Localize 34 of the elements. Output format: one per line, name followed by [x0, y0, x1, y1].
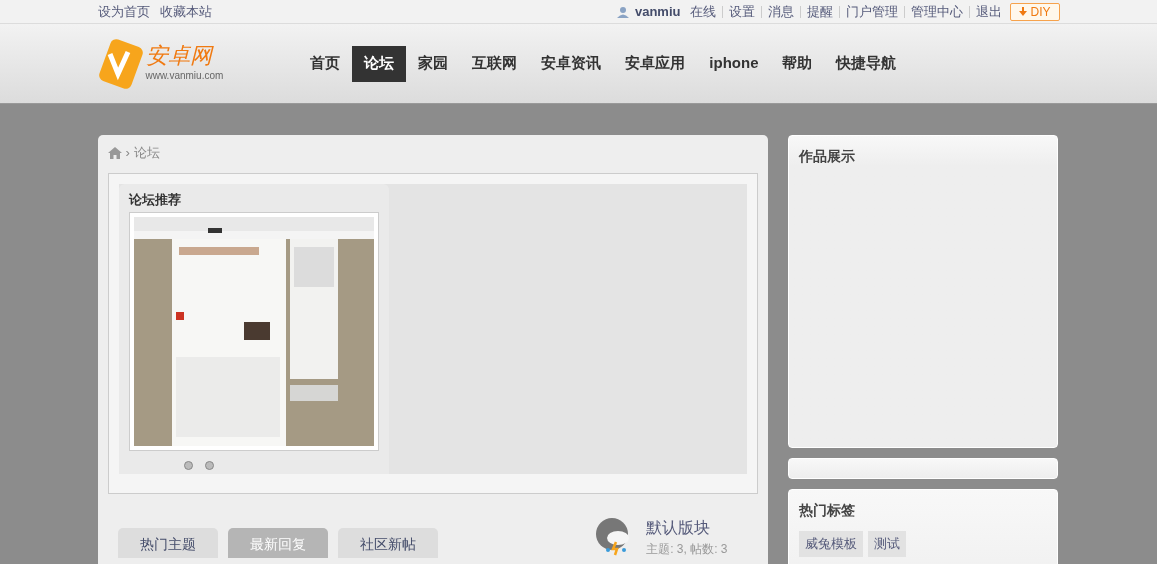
nav-item[interactable]: iphone	[697, 45, 771, 82]
logo-title: 安卓网	[145, 44, 215, 68]
top-link[interactable]: 退出	[976, 1, 1003, 22]
nav-item[interactable]: 安卓应用	[613, 45, 698, 82]
tag[interactable]: 威兔模板	[798, 531, 863, 557]
breadcrumb-separator: ›	[125, 144, 130, 163]
tag[interactable]: 测试	[867, 531, 906, 557]
top-link[interactable]: 门户管理	[846, 1, 899, 22]
user-icon	[616, 5, 629, 18]
top-link[interactable]: 在线	[690, 1, 717, 22]
tab[interactable]: 社区新帖	[337, 528, 438, 558]
download-icon	[1019, 7, 1028, 16]
top-link[interactable]: 消息	[768, 1, 795, 22]
top-link[interactable]: 设为首页	[97, 1, 150, 22]
nav-item[interactable]: 帮助	[770, 45, 825, 82]
forum-stats: 主题: 3, 帖数: 3	[646, 541, 728, 558]
top-link[interactable]: 提醒	[807, 1, 834, 22]
panel-title: 热门标签	[798, 501, 856, 520]
nav-item[interactable]: 论坛	[352, 45, 407, 82]
panel-title: 作品展示	[798, 147, 856, 166]
username-link[interactable]: vanmiu	[634, 1, 681, 22]
nav-item[interactable]: 安卓资讯	[529, 45, 614, 82]
logo-url: www.vanmiu.com	[145, 69, 224, 83]
home-icon[interactable]	[107, 147, 122, 159]
top-link[interactable]: 收藏本站	[159, 1, 212, 22]
top-link[interactable]: 设置	[729, 1, 756, 22]
nav-item[interactable]: 家园	[406, 45, 461, 82]
tab[interactable]: 热门主题	[117, 528, 218, 558]
top-link[interactable]: 管理中心	[911, 1, 964, 22]
nav-item[interactable]: 互联网	[460, 45, 530, 82]
forum-name[interactable]: 默认版块	[646, 516, 728, 540]
nav-item[interactable]: 快捷导航	[824, 45, 909, 82]
nav-item[interactable]: 首页	[298, 45, 353, 82]
recommend-title: 论坛推荐	[128, 191, 182, 209]
